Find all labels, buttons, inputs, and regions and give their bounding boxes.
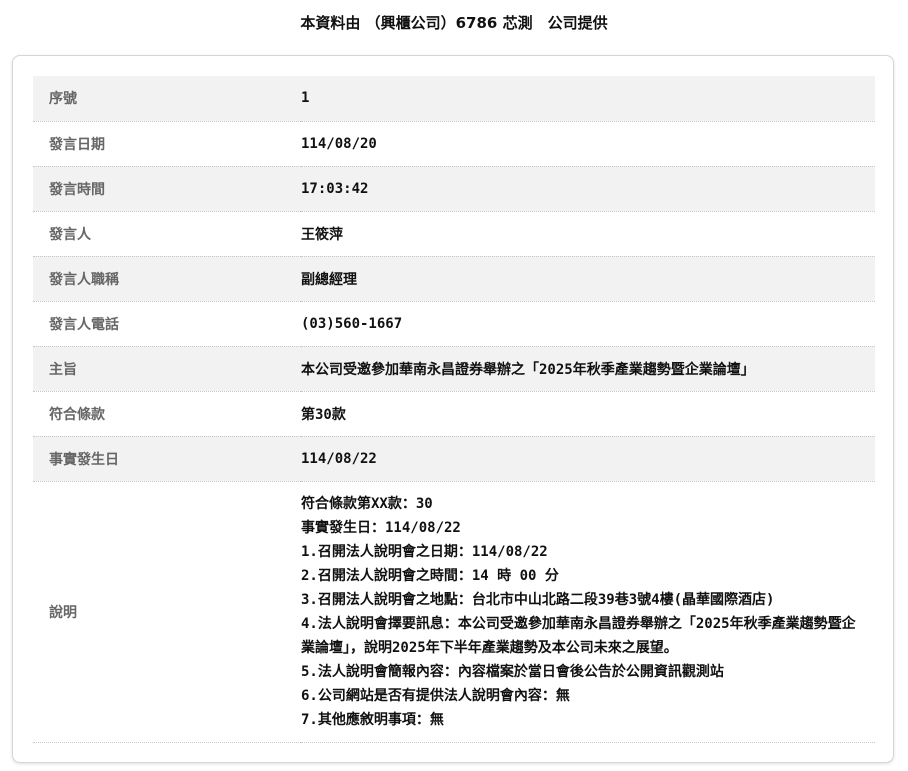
description-text: 符合條款第XX款：30 事實發生日：114/08/22 1.召開法人說明會之日期… [301,481,875,743]
table-row-title: 發言人職稱 副總經理 [33,256,875,302]
description-line: 事實發生日：114/08/22 [301,519,461,536]
row-label: 序號 [33,76,301,122]
row-label: 事實發生日 [33,436,301,482]
description-line: 5.法人說明會簡報內容：內容檔案於當日會後公告於公開資訊觀測站 [301,663,724,680]
description-line: 6.公司網站是否有提供法人說明會內容：無 [301,687,570,704]
row-value: 第30款 [301,391,875,437]
row-label: 符合條款 [33,391,301,437]
row-value: 114/08/20 [301,121,875,167]
announcement-table: 序號 1 發言日期 114/08/20 發言時間 17:03:42 發言人 王筱萍 發言… [33,76,875,743]
description-line: 3.召開法人說明會之地點：台北市中山北路二段39巷3號4樓(晶華國際酒店) [301,591,775,608]
description-line: 符合條款第XX款：30 [301,495,433,512]
description-line: 7.其他應敘明事項：無 [301,711,444,728]
description-line: 4.法人說明會擇要訊息：本公司受邀參加華南永昌證券舉辦之「2025年秋季產業趨勢… [301,615,856,656]
row-label: 發言時間 [33,166,301,212]
description-line: 2.召開法人說明會之時間：14 時 00 分 [301,567,559,584]
table-row-date: 發言日期 114/08/20 [33,121,875,167]
table-row-fact-date: 事實發生日 114/08/22 [33,436,875,482]
table-row-serial: 序號 1 [33,76,875,122]
table-row-subject: 主旨 本公司受邀參加華南永昌證券舉辦之「2025年秋季產業趨勢暨企業論壇」 [33,346,875,392]
row-value: 1 [301,76,875,122]
table-row-spokesperson: 發言人 王筱萍 [33,211,875,257]
row-value: 17:03:42 [301,166,875,212]
row-label: 發言日期 [33,121,301,167]
announcement-card: 序號 1 發言日期 114/08/20 發言時間 17:03:42 發言人 王筱萍 發言… [12,55,894,763]
row-label: 發言人電話 [33,301,301,347]
table-row-description: 說明 符合條款第XX款：30 事實發生日：114/08/22 1.召開法人說明會… [33,481,875,743]
description-line: 1.召開法人說明會之日期：114/08/22 [301,543,548,560]
table-row-time: 發言時間 17:03:42 [33,166,875,212]
row-value: 本公司受邀參加華南永昌證券舉辦之「2025年秋季產業趨勢暨企業論壇」 [301,346,875,392]
row-value: 114/08/22 [301,436,875,482]
row-label: 說明 [33,481,301,743]
row-value: (03)560-1667 [301,301,875,347]
row-value: 王筱萍 [301,211,875,257]
row-label: 發言人 [33,211,301,257]
table-row-clause: 符合條款 第30款 [33,391,875,437]
page-title: 本資料由 （興櫃公司）6786 芯測 公司提供 [300,14,608,32]
row-label: 主旨 [33,346,301,392]
row-value: 副總經理 [301,256,875,302]
table-row-phone: 發言人電話 (03)560-1667 [33,301,875,347]
row-label: 發言人職稱 [33,256,301,302]
